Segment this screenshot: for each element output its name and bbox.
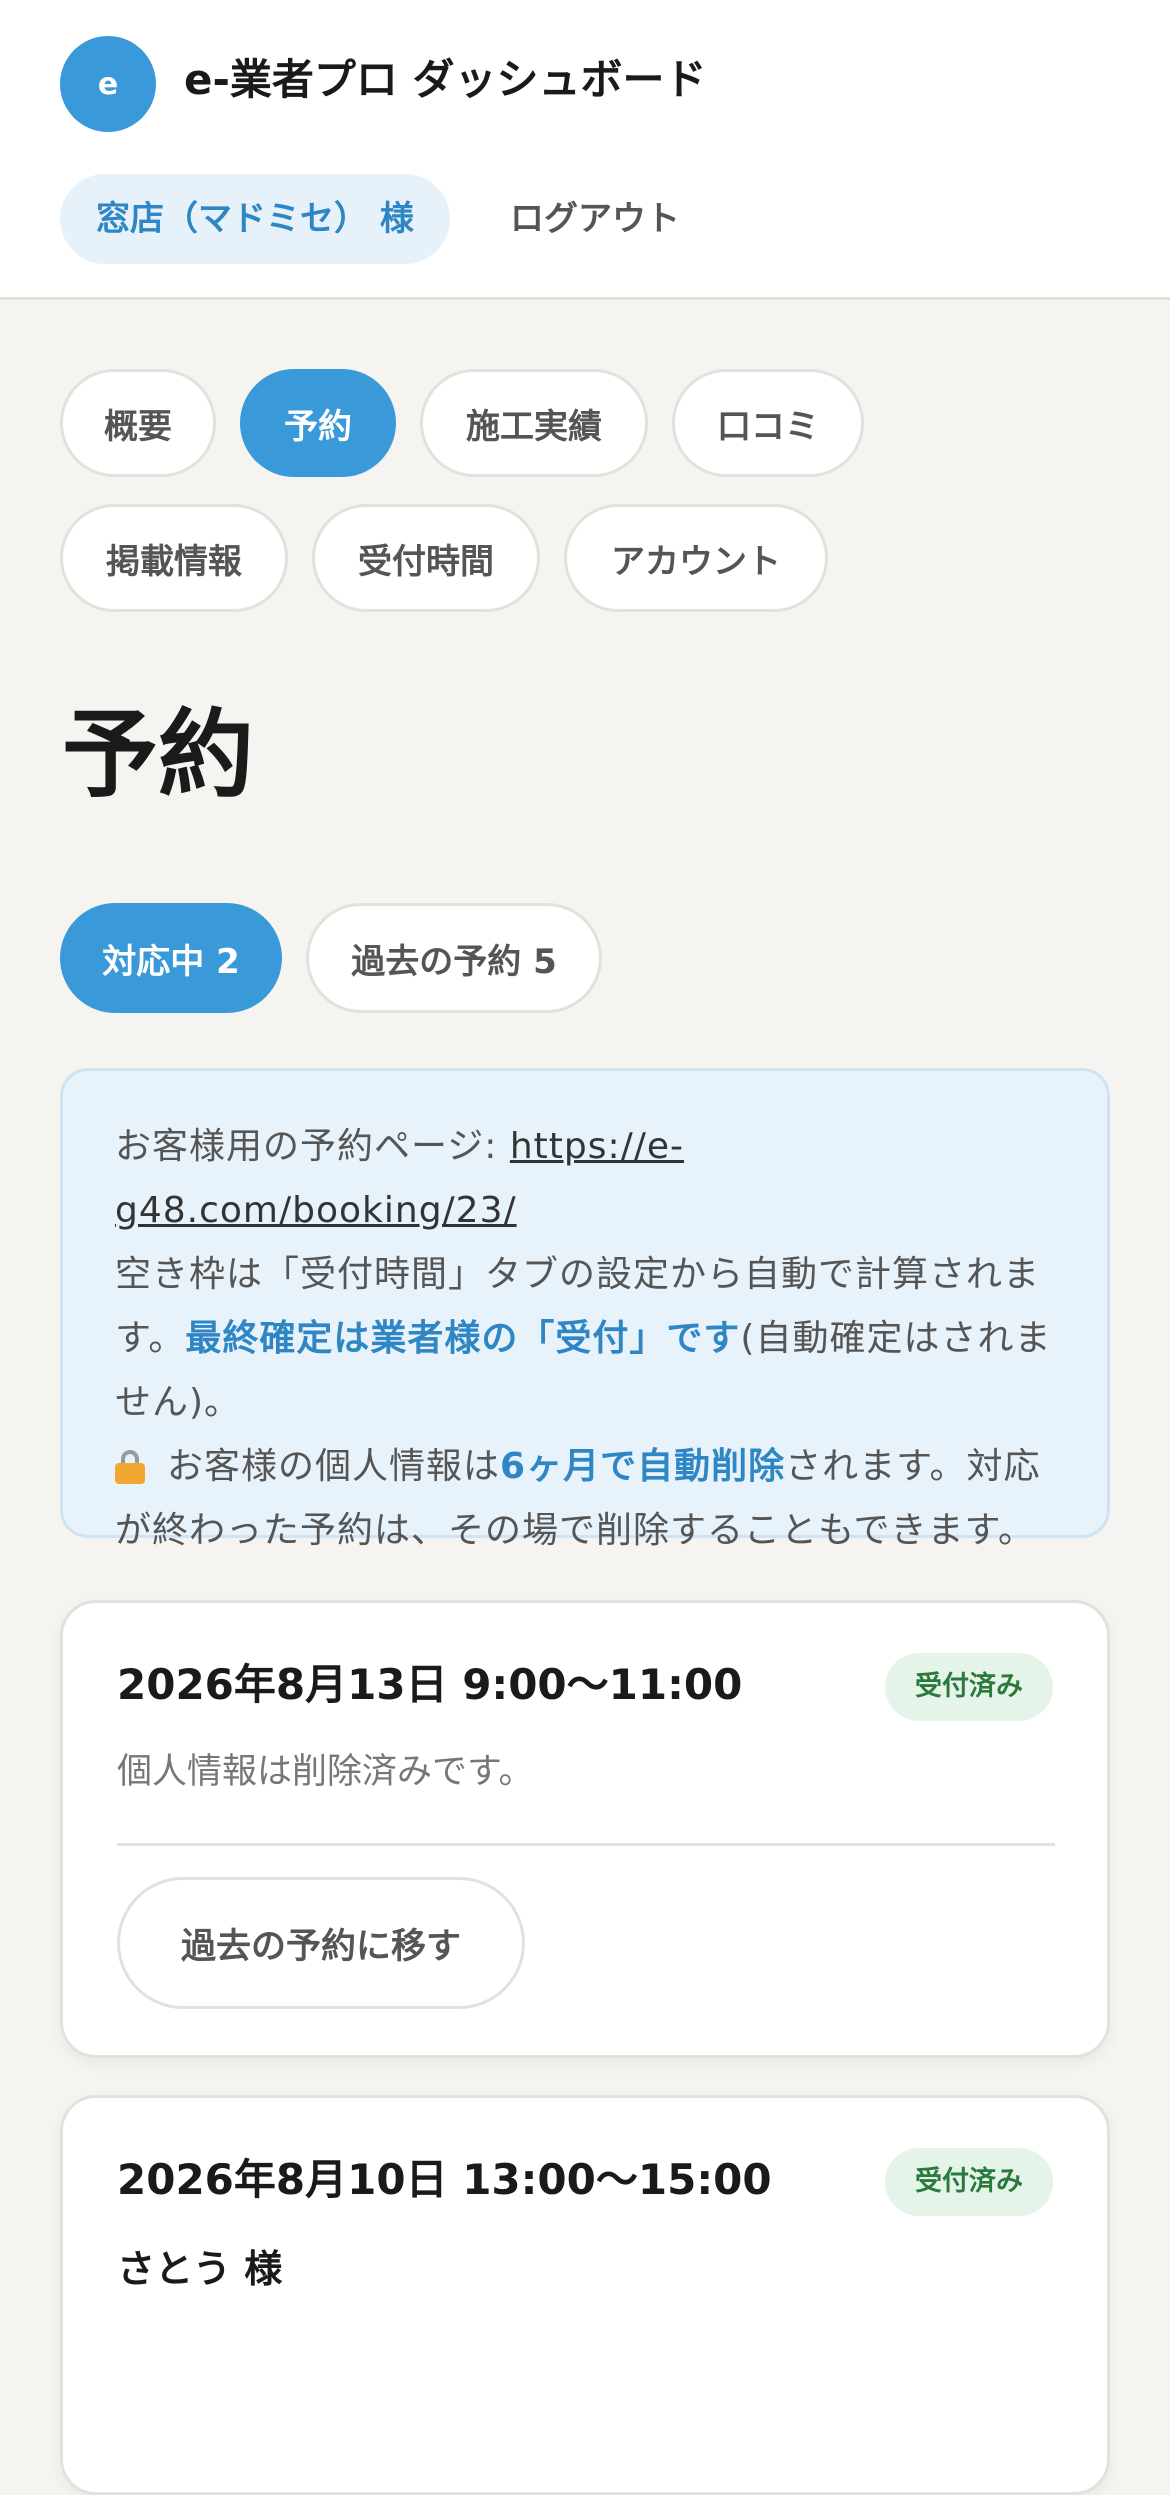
- booking-card: 2026年8月13日 9:00〜11:00 受付済み 個人情報は削除済みです。 …: [60, 1600, 1110, 2058]
- privacy-emphasis: 6ヶ月で自動削除: [500, 1446, 786, 1487]
- page-title: 予約: [62, 699, 254, 811]
- booking-note: 個人情報は削除済みです。: [117, 1752, 534, 1792]
- tab-hours[interactable]: 受付時間: [312, 504, 540, 612]
- booking-info-box: お客様用の予約ページ: https://e-g48.com/booking/23…: [60, 1068, 1110, 1551]
- tab-works[interactable]: 施工実績: [420, 369, 648, 477]
- app-header: e e-業者プロ ダッシュボード 窓店（マドミセ） 様 ログアウト: [0, 0, 1170, 300]
- tab-overview[interactable]: 概要: [60, 369, 216, 477]
- status-badge: 受付済み: [885, 2148, 1053, 2216]
- booking-page-label: お客様用の予約ページ:: [115, 1126, 510, 1167]
- lock-icon: [115, 1450, 145, 1484]
- privacy-prefix: お客様の個人情報は: [167, 1446, 501, 1487]
- booking-datetime: 2026年8月10日 13:00〜15:00: [117, 2155, 772, 2204]
- user-account-pill[interactable]: 窓店（マドミセ） 様: [60, 174, 450, 264]
- segment-active[interactable]: 対応中 2: [60, 903, 282, 1013]
- status-badge: 受付済み: [885, 1653, 1053, 1721]
- tab-account[interactable]: アカウント: [564, 504, 828, 612]
- customer-name: さとう 様: [117, 2247, 283, 2291]
- move-to-past-button[interactable]: 過去の予約に移す: [117, 1877, 525, 2009]
- segment-past[interactable]: 過去の予約 5: [306, 903, 602, 1013]
- logout-link[interactable]: ログアウト: [510, 174, 680, 264]
- final-confirm-emphasis: 最終確定は業者様の「受付」です: [185, 1318, 741, 1359]
- card-divider: [117, 1843, 1055, 1846]
- tab-bookings[interactable]: 予約: [240, 369, 396, 477]
- booking-card: 2026年8月10日 13:00〜15:00 受付済み さとう 様: [60, 2095, 1110, 2495]
- tab-listing[interactable]: 掲載情報: [60, 504, 288, 612]
- app-title: e-業者プロ ダッシュボード: [184, 55, 707, 104]
- tab-reviews[interactable]: 口コミ: [672, 369, 864, 477]
- booking-datetime: 2026年8月13日 9:00〜11:00: [117, 1660, 743, 1709]
- app-logo: e: [60, 36, 156, 132]
